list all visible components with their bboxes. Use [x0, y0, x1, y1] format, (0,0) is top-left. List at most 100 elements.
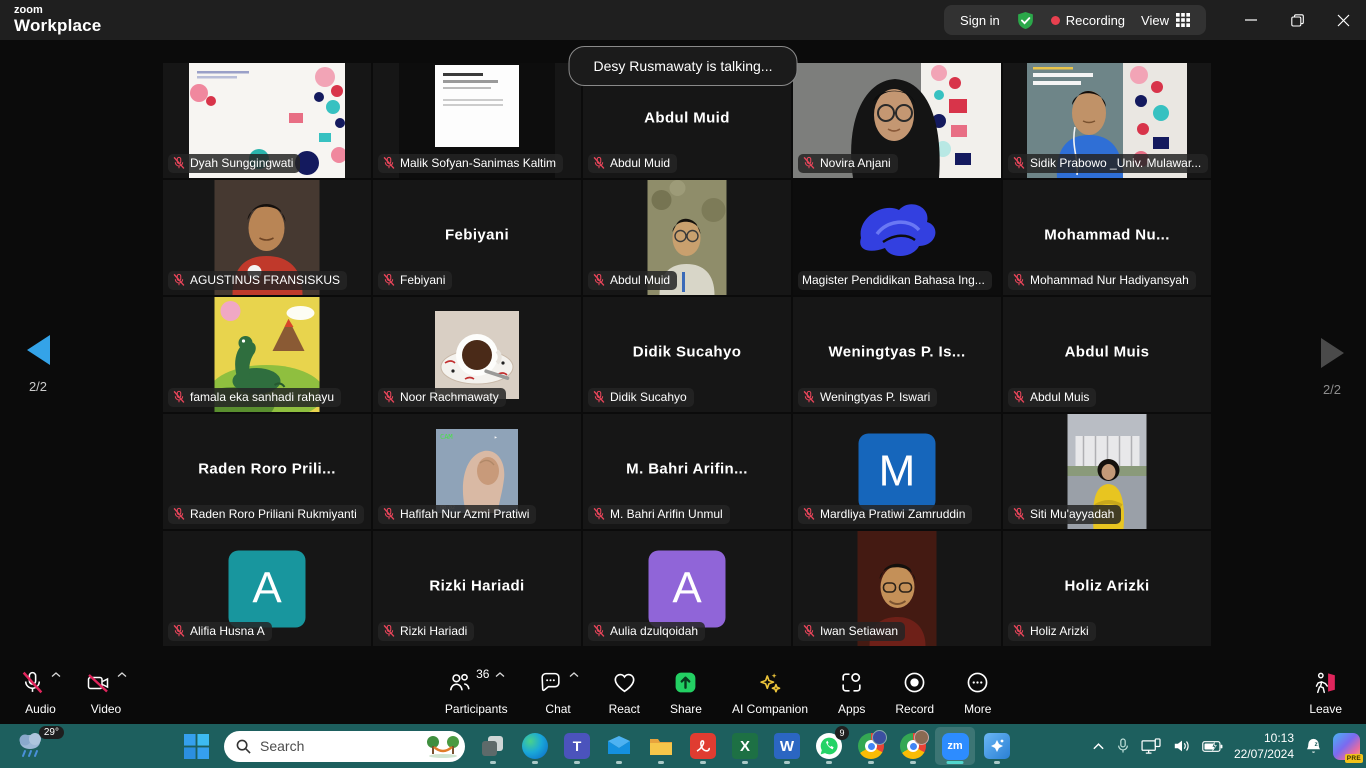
muted-mic-icon: [172, 390, 186, 404]
participant-center-name: M. Bahri Arifin...: [587, 461, 787, 478]
toolbar-audio-chevron[interactable]: [51, 671, 61, 678]
taskbar-acrobat-icon[interactable]: [683, 727, 723, 765]
meeting-toolbar: Audio Video 36 Participants Chat React S…: [0, 660, 1366, 724]
toolbar-participants-button[interactable]: 36 Participants: [433, 660, 520, 724]
participant-name-label: Rizki Hariadi: [400, 624, 467, 638]
participant-tile[interactable]: Iwan Setiawan: [793, 531, 1001, 646]
taskbar-teams-icon[interactable]: T: [557, 727, 597, 765]
participant-tile[interactable]: Abdul Muis Abdul Muis: [1003, 297, 1211, 412]
close-button[interactable]: [1320, 0, 1366, 40]
start-button[interactable]: [176, 727, 216, 765]
tray-battery[interactable]: [1202, 740, 1223, 753]
next-page-button[interactable]: 2/2: [1312, 338, 1352, 397]
sign-in-button[interactable]: Sign in: [960, 13, 1000, 28]
taskbar-whatsapp-icon[interactable]: 9: [809, 727, 849, 765]
participant-tile[interactable]: AAlifia Husna A: [163, 531, 371, 646]
participant-tile[interactable]: CAM▸00:02Hafifah Nur Azmi Pratiwi: [373, 414, 581, 529]
participant-tile[interactable]: FebiyaniFebiyani: [373, 180, 581, 295]
participant-tile[interactable]: Abdul Muid: [583, 180, 791, 295]
toolbar-share-label: Share: [670, 702, 702, 716]
tray-hidden-icons-chevron[interactable]: [1092, 741, 1105, 751]
taskbar-word-icon[interactable]: W: [767, 727, 807, 765]
toolbar-audio-button[interactable]: Audio: [8, 660, 73, 724]
recording-indicator: Recording: [1051, 13, 1125, 28]
taskbar-excel-icon[interactable]: X: [725, 727, 765, 765]
tray-speaker[interactable]: [1173, 738, 1191, 754]
participant-name-tag: famala eka sanhadi rahayu: [168, 388, 341, 407]
participant-tile[interactable]: Magister Pendidikan Bahasa Ing...: [793, 180, 1001, 295]
taskbar-chrome-profile-1-icon[interactable]: [851, 727, 891, 765]
tray-display-cast[interactable]: [1141, 738, 1162, 755]
muted-mic-icon: [382, 156, 396, 170]
apps-icon: [839, 670, 864, 695]
participant-tile[interactable]: Siti Mu'ayyadah: [1003, 414, 1211, 529]
toolbar-leave-button[interactable]: Leave: [1297, 660, 1354, 724]
meeting-gallery-stage: Desy Rusmawaty is talking... Dyah Sunggi…: [0, 40, 1366, 660]
participant-tile[interactable]: Raden Roro Prili...Raden Roro Priliani R…: [163, 414, 371, 529]
participant-tile[interactable]: Weningtyas P. Is...Weningtyas P. Iswari: [793, 297, 1001, 412]
participant-tile[interactable]: Novira Anjani: [793, 63, 1001, 178]
muted-mic-icon: [382, 507, 396, 521]
tray-microphone[interactable]: [1116, 737, 1130, 755]
participant-tile[interactable]: Sidik Prabowo _Univ. Mulawar...: [1003, 63, 1211, 178]
participant-tile[interactable]: Mohammad Nu...Mohammad Nur Hadiyansyah: [1003, 180, 1211, 295]
toolbar-record-button[interactable]: Record: [883, 660, 946, 724]
taskbar-zoom-app-icon[interactable]: zm: [935, 727, 975, 765]
participant-tile[interactable]: famala eka sanhadi rahayu: [163, 297, 371, 412]
leave-icon: [1312, 670, 1339, 695]
next-page-arrow-icon: [1321, 338, 1344, 368]
taskbar-search[interactable]: Search: [224, 731, 465, 762]
participant-center-name: Abdul Muid: [587, 110, 787, 127]
toolbar-participants-chevron[interactable]: [495, 671, 505, 678]
participant-tile[interactable]: Didik SucahyoDidik Sucahyo: [583, 297, 791, 412]
taskbar-task-view-icon[interactable]: [473, 727, 513, 765]
toolbar-share-button[interactable]: Share: [658, 660, 714, 724]
share-icon: [673, 670, 698, 695]
muted-mic-icon: [592, 390, 606, 404]
toolbar-apps-button[interactable]: Apps: [826, 660, 877, 724]
toolbar-more-button[interactable]: More: [952, 660, 1003, 724]
search-daily-image: [426, 734, 460, 758]
taskbar-mail-icon[interactable]: [599, 727, 639, 765]
tray-copilot-icon[interactable]: PRE: [1333, 733, 1360, 760]
toolbar-chat-chevron[interactable]: [569, 671, 579, 678]
participant-name-tag: Aulia dzulqoidah: [588, 622, 705, 641]
participant-tile[interactable]: Noor Rachmawaty: [373, 297, 581, 412]
participant-tile[interactable]: Dyah Sunggingwati: [163, 63, 371, 178]
tray-clock[interactable]: 10:13 22/07/2024: [1234, 730, 1294, 762]
participant-tile[interactable]: MMardliya Pratiwi Zamruddin: [793, 414, 1001, 529]
participant-name-tag: Abdul Muis: [1008, 388, 1096, 407]
view-label: View: [1141, 13, 1169, 28]
participant-tile[interactable]: Holiz ArizkiHoliz Arizki: [1003, 531, 1211, 646]
tray-notification-bell[interactable]: z: [1305, 737, 1322, 755]
taskbar-chrome-profile-2-icon[interactable]: [893, 727, 933, 765]
view-button[interactable]: View: [1141, 13, 1190, 28]
weather-widget[interactable]: 29°: [16, 729, 60, 765]
participant-center-name: Abdul Muis: [1007, 344, 1207, 361]
participant-center-name: Febiyani: [377, 227, 577, 244]
muted-mic-icon: [1012, 624, 1026, 638]
participant-tile[interactable]: Malik Sofyan-Sanimas Kaltim: [373, 63, 581, 178]
taskbar-file-explorer-icon[interactable]: [641, 727, 681, 765]
maximize-button[interactable]: [1274, 0, 1320, 40]
participant-avatar: A: [649, 550, 726, 627]
taskbar-photos-icon[interactable]: [977, 727, 1017, 765]
participant-tile[interactable]: Rizki HariadiRizki Hariadi: [373, 531, 581, 646]
toolbar-video-button[interactable]: Video: [73, 660, 139, 724]
prev-page-button[interactable]: 2/2: [18, 335, 58, 394]
toolbar-ai-companion-button[interactable]: AI Companion: [720, 660, 820, 724]
participant-tile[interactable]: AAulia dzulqoidah: [583, 531, 791, 646]
security-shield-icon[interactable]: [1016, 11, 1035, 30]
participant-center-name: Holiz Arizki: [1007, 578, 1207, 595]
minimize-button[interactable]: [1228, 0, 1274, 40]
participant-tile[interactable]: M. Bahri Arifin...M. Bahri Arifin Unmul: [583, 414, 791, 529]
toolbar-video-chevron[interactable]: [117, 671, 127, 678]
toolbar-chat-label: Chat: [545, 702, 570, 716]
participant-name-label: Noor Rachmawaty: [400, 390, 499, 404]
toolbar-react-button[interactable]: React: [597, 660, 652, 724]
copilot-pre-badge: PRE: [1345, 754, 1363, 763]
toolbar-chat-button[interactable]: Chat: [526, 660, 591, 724]
participant-name-label: Raden Roro Priliani Rukmiyanti: [190, 507, 357, 521]
taskbar-edge-icon[interactable]: [515, 727, 555, 765]
participant-tile[interactable]: AGUSTINUS FRANSISKUS: [163, 180, 371, 295]
